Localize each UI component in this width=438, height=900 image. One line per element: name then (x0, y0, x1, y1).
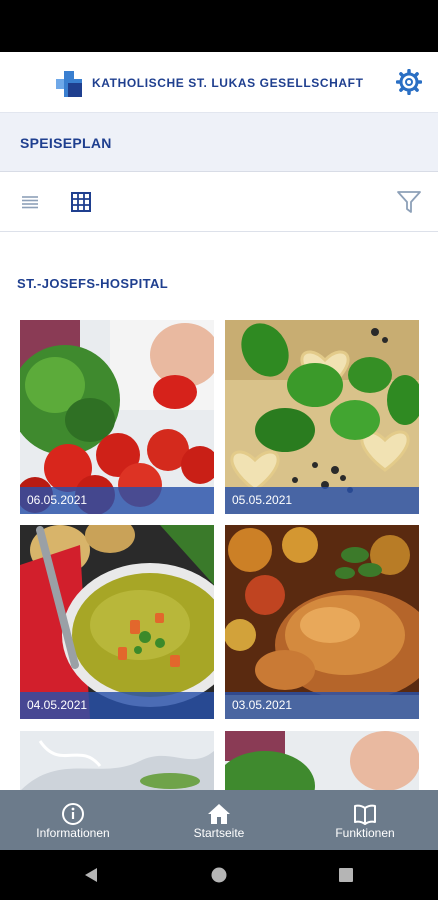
recents-icon[interactable] (339, 868, 353, 882)
nav-label: Informationen (36, 826, 110, 840)
menu-date: 03.05.2021 (232, 698, 293, 712)
page-title: SPEISEPLAN (20, 135, 112, 151)
roast-chicken-photo (225, 525, 419, 719)
menu-tile[interactable]: 04.05.2021 (20, 525, 214, 719)
system-navigation-bar (0, 850, 438, 900)
nav-funktionen[interactable]: Funktionen (292, 790, 438, 850)
brand-name: KATHOLISCHE ST. LUKAS GESELLSCHAFT (92, 76, 364, 90)
menu-date: 04.05.2021 (27, 698, 88, 712)
back-icon[interactable] (83, 867, 99, 883)
gear-icon[interactable] (396, 69, 422, 95)
soup-photo (20, 525, 214, 719)
menu-tile[interactable] (225, 731, 419, 790)
app-header: KATHOLISCHE ST. LUKAS GESELLSCHAFT (0, 52, 438, 112)
home-icon (208, 804, 230, 824)
home-circle-icon[interactable] (211, 867, 227, 883)
nav-informationen[interactable]: Informationen (0, 790, 146, 850)
date-label-bar: 03.05.2021 (225, 692, 419, 719)
menu-tile[interactable]: 05.05.2021 (225, 320, 419, 514)
nav-startseite[interactable]: Startseite (146, 790, 292, 850)
menu-tile[interactable]: 03.05.2021 (225, 525, 419, 719)
cross-logo-icon (56, 71, 82, 97)
basil-pasta-photo (225, 320, 419, 514)
menu-tile[interactable]: 06.05.2021 (20, 320, 214, 514)
info-icon (62, 803, 84, 825)
section-title: ST.-JOSEFS-HOSPITAL (17, 276, 169, 291)
water-splash-photo (20, 731, 214, 790)
nav-label: Startseite (193, 826, 245, 840)
grid-icon[interactable] (71, 192, 91, 212)
menu-tile[interactable] (20, 731, 214, 790)
bottom-navigation: Informationen Startseite Funktionen (0, 790, 438, 850)
page-title-bar: SPEISEPLAN (0, 112, 438, 172)
menu-date: 06.05.2021 (27, 493, 88, 507)
date-label-bar: 05.05.2021 (225, 487, 419, 514)
nav-label: Funktionen (335, 826, 395, 840)
list-icon[interactable] (21, 194, 39, 210)
vegetables-photo (225, 731, 419, 790)
menu-date: 05.05.2021 (232, 493, 293, 507)
date-label-bar: 06.05.2021 (20, 487, 214, 514)
vegetables-photo (20, 320, 214, 514)
view-toolbar (0, 172, 438, 232)
date-label-bar: 04.05.2021 (20, 692, 214, 719)
book-icon (354, 804, 376, 825)
filter-icon[interactable] (396, 189, 422, 215)
status-bar (0, 0, 438, 52)
